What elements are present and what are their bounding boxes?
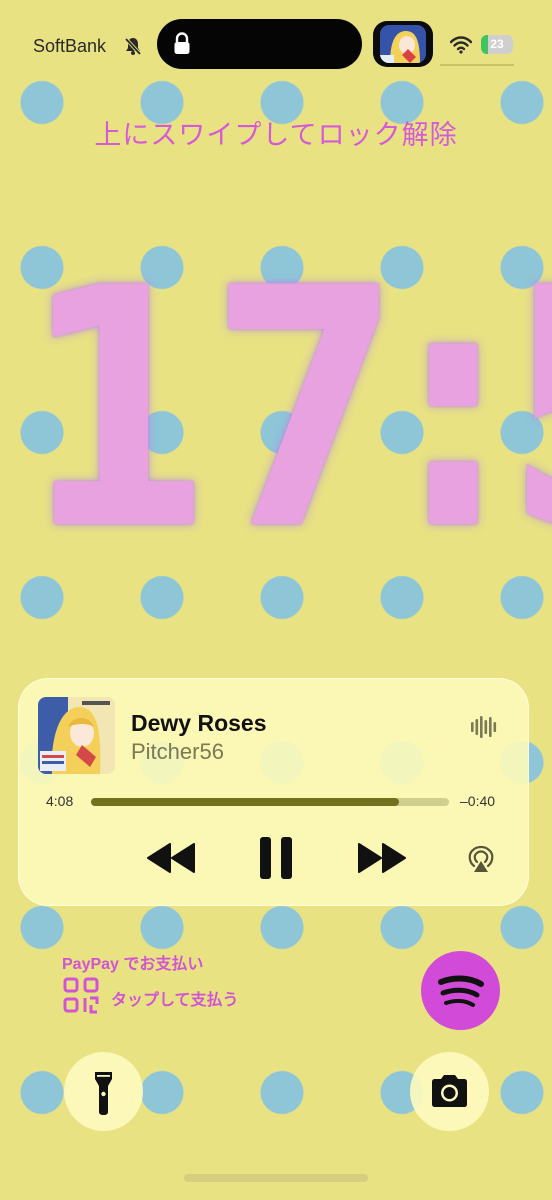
battery-percent: 23	[490, 37, 504, 51]
battery-fill	[481, 35, 489, 54]
bell-slash-icon	[124, 37, 142, 56]
pause-icon	[260, 837, 292, 879]
battery-indicator: 23	[481, 35, 513, 54]
spotify-button[interactable]	[421, 951, 500, 1030]
waveform-icon	[471, 716, 497, 738]
forward-button[interactable]	[355, 840, 407, 876]
status-divider	[440, 64, 514, 66]
elapsed-time: 4:08	[46, 793, 74, 809]
pause-button[interactable]	[256, 835, 296, 881]
paypay-action[interactable]: タップして支払う	[111, 986, 239, 1010]
now-playing-widget[interactable]: Dewy Roses Pitcher56 4:08 –0:40	[18, 678, 529, 906]
airplay-button[interactable]	[466, 844, 496, 874]
playback-progress-fill	[91, 798, 399, 806]
song-title: Dewy Roses	[131, 710, 267, 736]
now-playing-thumbnail[interactable]	[373, 21, 433, 67]
song-artist: Pitcher56	[131, 739, 224, 764]
camera-button[interactable]	[410, 1052, 489, 1131]
backward-icon	[147, 843, 195, 873]
lock-icon	[174, 32, 190, 54]
paypay-title[interactable]: PayPay でお支払い	[62, 950, 203, 974]
flashlight-button[interactable]	[64, 1052, 143, 1131]
home-indicator[interactable]	[184, 1174, 368, 1182]
flashlight-icon	[95, 1072, 112, 1115]
qr-code-icon[interactable]	[62, 976, 100, 1014]
carrier-label: SoftBank	[33, 36, 107, 56]
lock-screen[interactable]: SoftBank 23 上にスワイプしてロック解除 17:57	[0, 0, 552, 1200]
camera-icon	[432, 1075, 467, 1107]
spotify-icon	[438, 975, 484, 1007]
playback-progress[interactable]	[91, 798, 449, 806]
wifi-icon	[450, 36, 472, 54]
forward-icon	[358, 843, 406, 873]
rewind-button[interactable]	[146, 840, 198, 876]
album-art-mini	[380, 25, 426, 63]
lock-clock: 17:57	[22, 218, 552, 602]
remaining-time: –0:40	[460, 793, 496, 809]
album-art[interactable]	[38, 697, 115, 774]
